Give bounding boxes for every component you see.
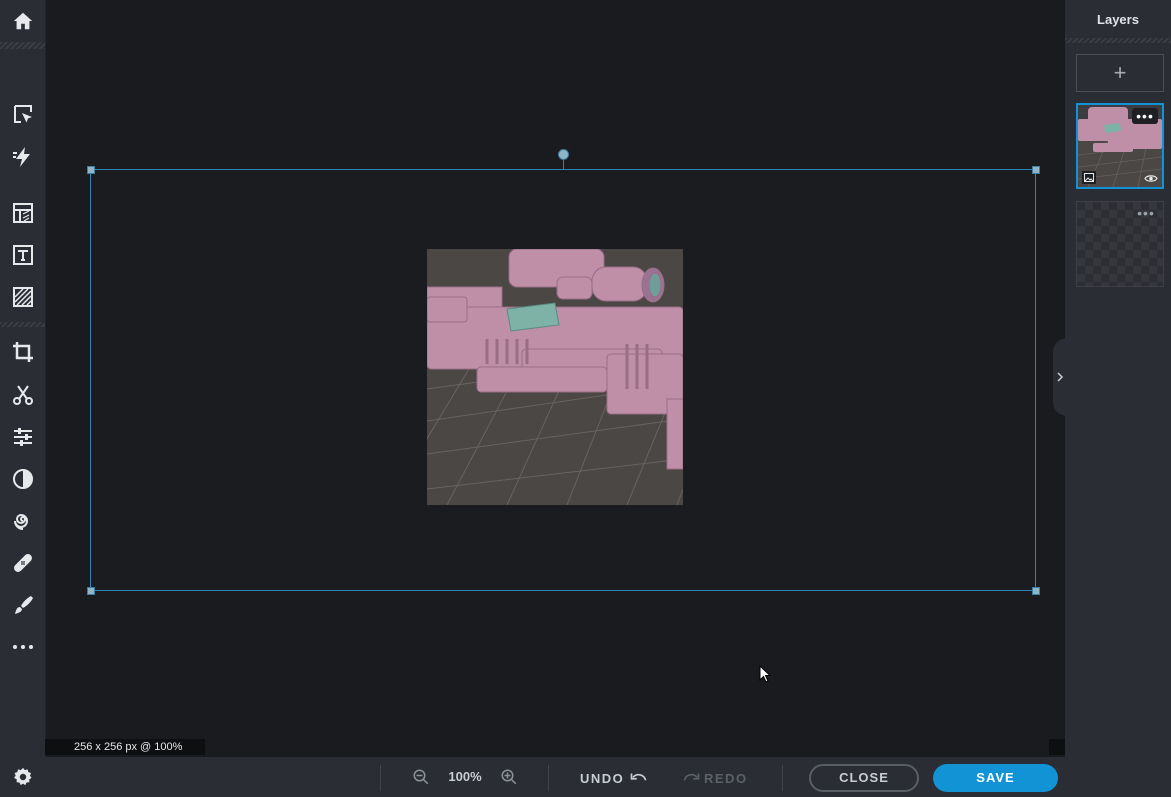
cutout-tool-button[interactable] — [0, 377, 45, 413]
add-layer-button[interactable]: + — [1076, 54, 1164, 92]
bottom-separator — [548, 765, 549, 791]
layer-thumbnail-background[interactable]: ••• — [1076, 201, 1164, 287]
zoom-out-button[interactable] — [410, 766, 432, 788]
stripes-icon — [12, 287, 33, 307]
toolbar-divider — [0, 322, 45, 327]
save-button[interactable]: SAVE — [933, 764, 1058, 792]
adjust-tool-button[interactable] — [0, 419, 45, 455]
liquify-tool-button[interactable] — [0, 503, 45, 539]
settings-button[interactable] — [0, 757, 45, 797]
select-arrow-icon — [13, 105, 32, 123]
visibility-eye-icon[interactable] — [1144, 173, 1158, 183]
zoom-in-button[interactable] — [498, 766, 520, 788]
collapse-panel-button[interactable] — [1053, 338, 1067, 416]
undo-button[interactable]: UNDO — [580, 767, 648, 789]
plus-icon: + — [1113, 60, 1127, 85]
layer-thumbnail-image[interactable]: ••• — [1076, 103, 1164, 189]
quick-edit-tool-button[interactable] — [0, 139, 45, 175]
image-layer[interactable] — [427, 249, 683, 505]
bottom-separator — [782, 765, 783, 791]
sliders-icon — [13, 428, 32, 446]
redo-button[interactable]: REDO — [682, 767, 748, 789]
redo-label: REDO — [704, 770, 748, 786]
more-dots-icon — [12, 645, 33, 649]
redo-icon — [683, 773, 700, 781]
canvas-corner-box — [1049, 739, 1065, 755]
resize-handle-top-left[interactable] — [87, 166, 95, 174]
image-info-label: 256 x 256 px @ 100% — [45, 739, 205, 755]
mouse-cursor-icon — [759, 665, 771, 683]
bottom-separator — [380, 765, 381, 791]
brush-icon — [14, 596, 33, 614]
layers-title: Layers — [1097, 12, 1139, 27]
resize-handle-top-right[interactable] — [1032, 166, 1040, 174]
texture-tool-button[interactable] — [0, 279, 45, 315]
home-icon — [13, 12, 32, 30]
zoom-in-icon — [501, 769, 517, 785]
resize-handle-bottom-right[interactable] — [1032, 587, 1040, 595]
image-type-icon — [1082, 171, 1096, 184]
scissors-icon — [12, 385, 33, 405]
close-button[interactable]: CLOSE — [809, 764, 919, 792]
text-tool-button[interactable] — [0, 237, 45, 273]
templates-tool-button[interactable] — [0, 195, 45, 231]
chevron-right-icon — [1057, 372, 1064, 382]
layer-options-button[interactable]: ••• — [1133, 205, 1159, 221]
layers-divider — [1065, 38, 1171, 43]
toolbar-divider — [0, 42, 45, 49]
bandage-icon — [13, 554, 32, 572]
layers-panel: Layers + ••• ••• — [1065, 0, 1171, 757]
layout-icon — [12, 203, 33, 223]
rifle-render-image — [427, 249, 683, 505]
zoom-level: 100% — [448, 769, 482, 784]
layer-options-button[interactable]: ••• — [1132, 108, 1158, 124]
undo-icon — [630, 773, 647, 781]
spiral-icon — [13, 513, 28, 530]
undo-label: UNDO — [580, 770, 625, 786]
text-icon — [12, 245, 33, 265]
rotate-connector — [563, 159, 564, 170]
draw-tool-button[interactable] — [0, 587, 45, 623]
gear-icon — [13, 767, 32, 786]
bottom-bar: 100% UNDO REDO CLOSE SAVE — [0, 757, 1171, 797]
retouch-tool-button[interactable] — [0, 545, 45, 581]
left-toolbar — [0, 0, 46, 757]
crop-icon — [12, 342, 33, 362]
zoom-out-icon — [413, 769, 429, 785]
arrange-tool-button[interactable] — [0, 96, 45, 132]
contrast-icon — [12, 469, 33, 489]
rotate-handle[interactable] — [558, 149, 569, 160]
lightning-icon — [12, 147, 30, 167]
crop-tool-button[interactable] — [0, 334, 45, 370]
home-button[interactable] — [0, 0, 45, 42]
more-tools-button[interactable] — [0, 629, 45, 665]
effects-tool-button[interactable] — [0, 461, 45, 497]
resize-handle-bottom-left[interactable] — [87, 587, 95, 595]
